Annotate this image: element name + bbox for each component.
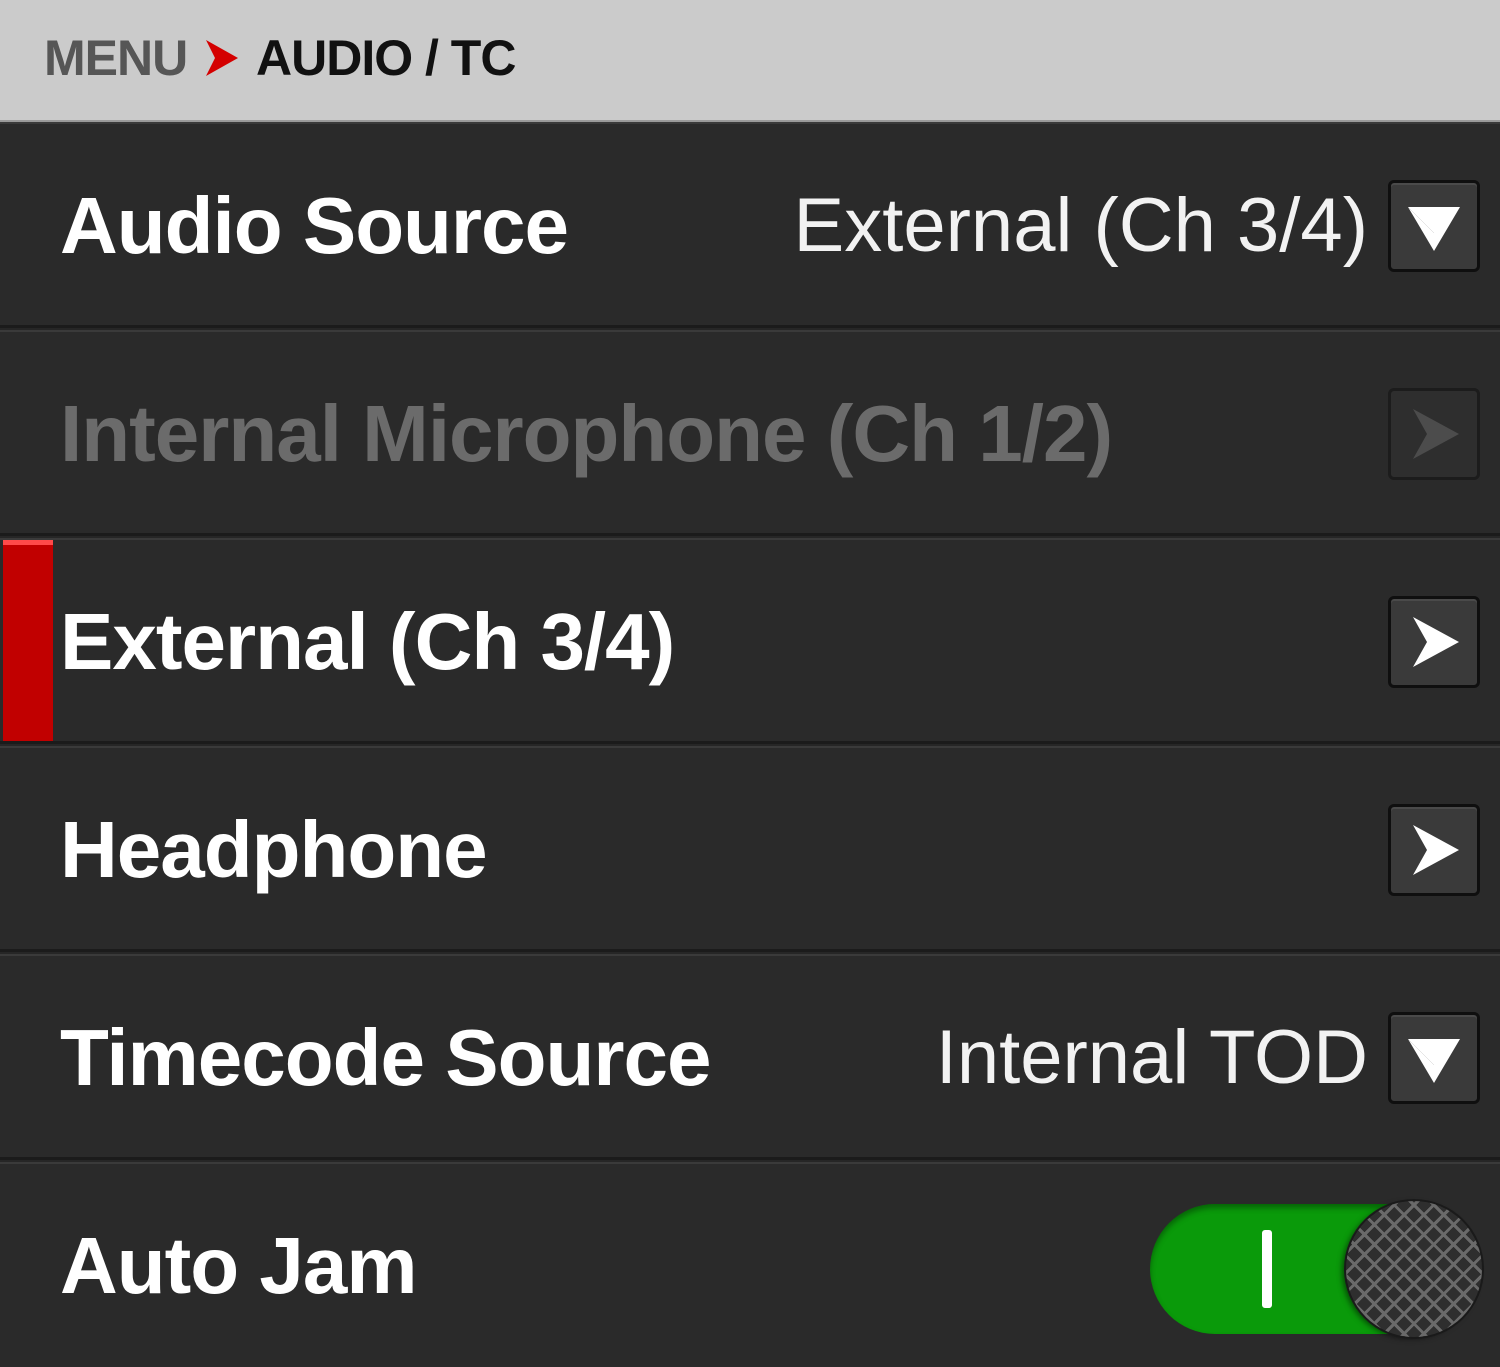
audio-source-dropdown-button[interactable] — [1388, 180, 1480, 272]
toggle-knob[interactable] — [1346, 1201, 1482, 1337]
chevron-down-icon — [1408, 1039, 1460, 1083]
breadcrumb-header: MENU AUDIO / TC — [0, 0, 1500, 122]
audio-source-row[interactable]: Audio Source External (Ch 3/4) — [0, 122, 1500, 328]
breadcrumb-current-page: AUDIO / TC — [256, 30, 516, 86]
headphone-open-button[interactable] — [1388, 804, 1480, 896]
selection-indicator — [3, 540, 53, 741]
chevron-right-icon — [1413, 617, 1459, 667]
headphone-row[interactable]: Headphone — [0, 746, 1500, 952]
internal-microphone-label: Internal Microphone (Ch 1/2) — [60, 389, 1113, 478]
audio-source-value[interactable]: External (Ch 3/4) — [794, 180, 1368, 272]
timecode-source-row[interactable]: Timecode Source Internal TOD — [0, 954, 1500, 1160]
audio-source-label: Audio Source — [60, 181, 569, 270]
timecode-source-label: Timecode Source — [60, 1013, 711, 1102]
internal-microphone-open-button — [1388, 388, 1480, 480]
external-ch34-label: External (Ch 3/4) — [60, 597, 675, 686]
chevron-right-icon — [206, 40, 238, 76]
auto-jam-label: Auto Jam — [60, 1221, 417, 1310]
auto-jam-toggle[interactable] — [1150, 1201, 1482, 1337]
chevron-down-icon — [1408, 207, 1460, 251]
external-ch34-open-button[interactable] — [1388, 596, 1480, 688]
internal-microphone-row: Internal Microphone (Ch 1/2) — [0, 330, 1500, 536]
timecode-source-dropdown-button[interactable] — [1388, 1012, 1480, 1104]
breadcrumb-menu-link[interactable]: MENU — [44, 30, 188, 86]
auto-jam-row: Auto Jam — [0, 1162, 1500, 1367]
timecode-source-value[interactable]: Internal TOD — [936, 1012, 1368, 1104]
audio-tc-menu-screen: MENU AUDIO / TC Audio Source External (C… — [0, 0, 1500, 1367]
headphone-label: Headphone — [60, 805, 488, 894]
toggle-on-indicator-icon — [1262, 1230, 1272, 1308]
external-ch34-row[interactable]: External (Ch 3/4) — [0, 538, 1500, 744]
chevron-right-icon — [1413, 409, 1459, 459]
chevron-right-icon — [1413, 825, 1459, 875]
